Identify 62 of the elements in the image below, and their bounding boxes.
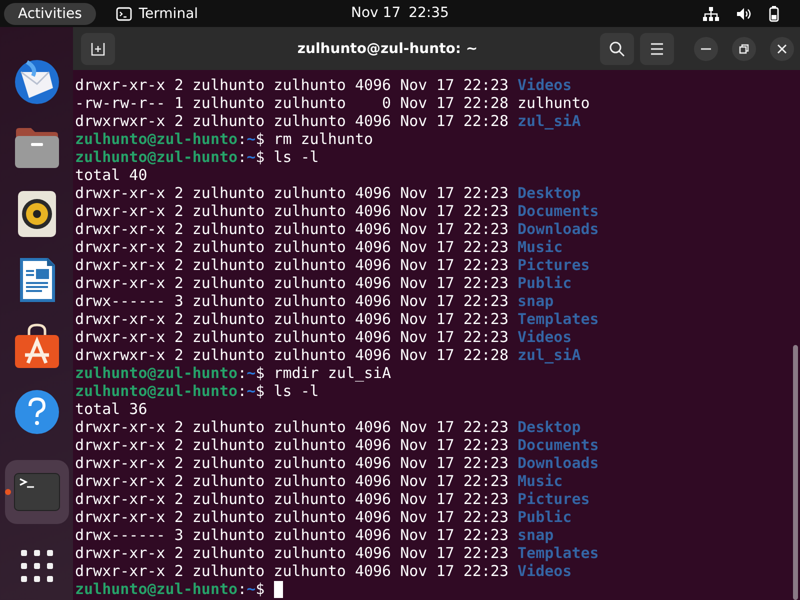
prompt-line: zulhunto@zul-hunto:~$ ls -l (75, 382, 319, 400)
output-line: drwxr-xr-x 2 zulhunto zulhunto 4096 Nov 17 22:23 Videos (75, 76, 572, 94)
output-line: total 36 (75, 400, 148, 418)
close-icon (777, 44, 787, 54)
output-line: drwxr-xr-x 2 zulhunto zulhunto 4096 Nov 17 22:23 Downloads (75, 220, 599, 238)
envelope-icon (12, 58, 60, 106)
output-line: drwx------ 3 zulhunto zulhunto 4096 Nov 17 22:23 snap (75, 292, 554, 310)
dock-item[interactable] (12, 388, 60, 436)
minimize-button[interactable] (694, 36, 718, 60)
scrollbar[interactable] (793, 345, 798, 600)
output-line: -rw-rw-r-- 1 zulhunto zulhunto 0 Nov 17 22:28 zulhunto (75, 94, 590, 112)
time[interactable]: 22:35 (408, 5, 449, 21)
prompt-line: zulhunto@zul-hunto:~$ ls -l (75, 148, 319, 166)
terminal-icon (14, 473, 60, 511)
output-line: drwxr-xr-x 2 zulhunto zulhunto 4096 Nov 17 22:23 Documents (75, 202, 599, 220)
output-line: drwxr-xr-x 2 zulhunto zulhunto 4096 Nov 17 22:23 Videos (75, 562, 572, 580)
date[interactable]: Nov 17 (351, 5, 401, 21)
output-line: drwxr-xr-x 2 zulhunto zulhunto 4096 Nov 17 22:23 Desktop (75, 184, 581, 202)
output-line: drwxr-xr-x 2 zulhunto zulhunto 4096 Nov 17 22:23 Desktop (75, 418, 581, 436)
shopping-bag-icon (14, 323, 60, 369)
output-line: drwxr-xr-x 2 zulhunto zulhunto 4096 Nov 17 22:23 Music (75, 472, 563, 490)
dock-item[interactable] (12, 58, 60, 106)
prompt-line: zulhunto@zul-hunto:~$ rm zulhunto (75, 130, 374, 148)
app-grid-icon (20, 550, 52, 582)
terminal-icon (116, 6, 132, 20)
document-icon (18, 257, 56, 303)
minimize-icon (701, 48, 711, 50)
output-line: drwxr-xr-x 2 zulhunto zulhunto 4096 Nov 17 22:23 Videos (75, 328, 572, 346)
output-line: drwxr-xr-x 2 zulhunto zulhunto 4096 Nov 17 22:23 Music (75, 238, 563, 256)
battery-icon[interactable] (769, 6, 779, 22)
window-title: zulhunto@zul-hunto: ~ (296, 40, 479, 56)
search-button[interactable] (600, 32, 634, 64)
close-button[interactable] (770, 36, 794, 60)
output-line: drwxr-xr-x 2 zulhunto zulhunto 4096 Nov 17 22:23 Documents (75, 436, 599, 454)
new-tab-icon (91, 42, 105, 56)
output-line: drwxr-xr-x 2 zulhunto zulhunto 4096 Nov 17 22:23 Templates (75, 544, 599, 562)
folder-icon (14, 127, 60, 169)
restore-icon (739, 44, 749, 54)
output-line: total 40 (75, 166, 148, 184)
output-line: drwxr-xr-x 2 zulhunto zulhunto 4096 Nov 17 22:23 Downloads (75, 454, 599, 472)
prompt-line: zulhunto@zul-hunto:~$ rmdir zul_siA (75, 364, 392, 382)
new-tab-button[interactable] (81, 32, 115, 64)
output-line: drwxr-xr-x 2 zulhunto zulhunto 4096 Nov 17 22:23 Pictures (75, 256, 590, 274)
search-icon (609, 40, 625, 56)
output-line: drwxrwxr-x 2 zulhunto zulhunto 4096 Nov 17 22:28 zul_siA (75, 346, 581, 364)
network-icon[interactable] (703, 6, 719, 20)
maximize-button[interactable] (732, 36, 756, 60)
dock-item[interactable] (12, 322, 60, 370)
prompt-line: zulhunto@zul-hunto:~$ (75, 580, 265, 598)
help-icon (14, 389, 60, 435)
menu-button[interactable] (640, 32, 674, 64)
output-line: drwxr-xr-x 2 zulhunto zulhunto 4096 Nov 17 22:23 Pictures (75, 490, 590, 508)
menu-icon (650, 42, 664, 54)
speaker-icon (18, 191, 56, 237)
output-line: drwxrwxr-x 2 zulhunto zulhunto 4096 Nov 17 22:28 zul_siA (75, 112, 581, 130)
output-line: drwxr-xr-x 2 zulhunto zulhunto 4096 Nov 17 22:23 Public (75, 508, 572, 526)
activities-button[interactable]: Activities (4, 2, 96, 24)
output-line: drwxr-xr-x 2 zulhunto zulhunto 4096 Nov 17 22:23 Public (75, 274, 572, 292)
output-line: drwx------ 3 zulhunto zulhunto 4096 Nov 17 22:23 snap (75, 526, 554, 544)
output-line: drwxr-xr-x 2 zulhunto zulhunto 4096 Nov 17 22:23 Templates (75, 310, 599, 328)
volume-icon[interactable] (736, 6, 752, 20)
app-name[interactable]: Terminal (138, 6, 198, 22)
